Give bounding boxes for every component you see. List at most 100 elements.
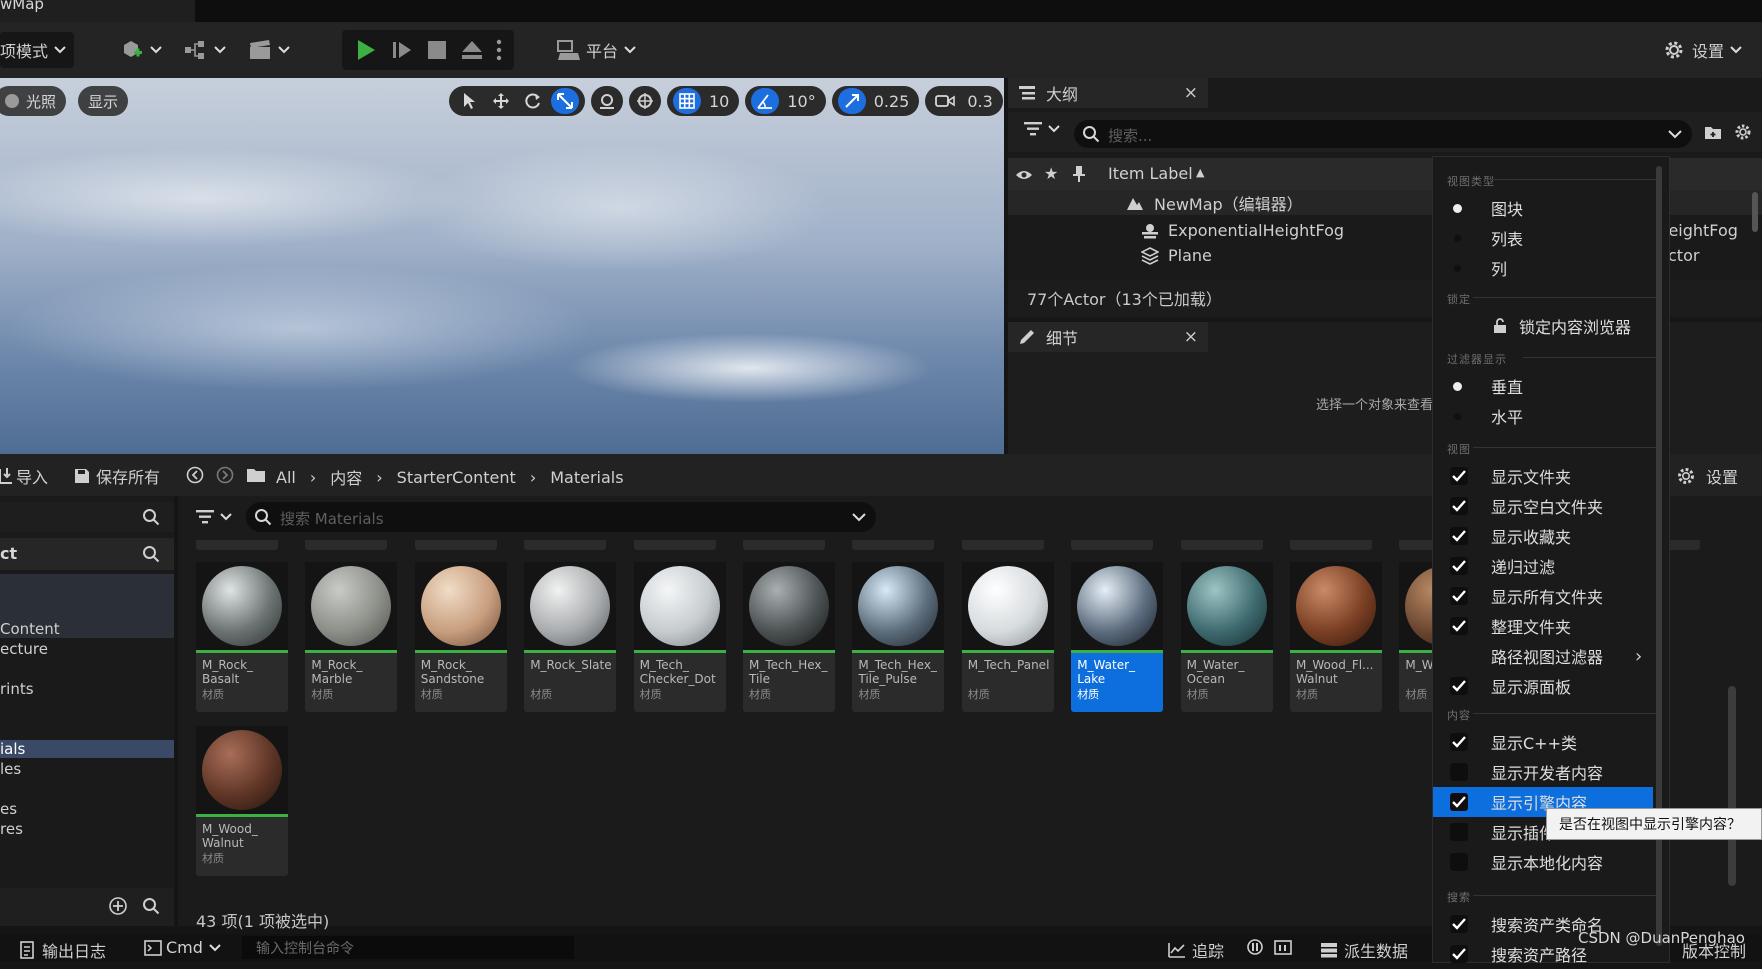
menu-check-item[interactable]: › 路径视图过滤器 [1433,641,1653,671]
tree-item[interactable]: les [0,760,21,778]
rotation-snap-toggle[interactable] [751,88,780,114]
chevron-down-icon[interactable] [1668,130,1682,139]
derived-data-button[interactable]: 派生数据 [1320,938,1408,962]
asset-tile[interactable]: M_Rock_ Basalt 材质 [196,562,288,712]
view-type-list[interactable]: 列表 [1433,223,1653,253]
asset-tile[interactable]: M_Water_ Lake 材质 [1071,562,1164,712]
stop-button[interactable] [420,32,454,68]
back-arrow-icon[interactable] [186,466,204,484]
camera-speed-toggle[interactable] [931,88,959,114]
asset-filter-dropdown[interactable] [196,510,232,524]
checkbox-checked-icon[interactable] [1450,677,1468,695]
asset-tile-partial[interactable] [1071,540,1154,550]
breadcrumb-item[interactable]: StarterContent [397,468,516,487]
tree-item[interactable]: res [0,820,23,838]
grid-snap-control[interactable]: 10 [667,86,740,116]
lighting-mode-button[interactable]: 光照 [0,86,67,116]
asset-search-input[interactable]: 搜索 Materials [246,502,876,532]
favorite-star-icon[interactable]: ★ [1044,164,1058,183]
checkbox-checked-icon[interactable] [1450,497,1468,515]
menu-check-item[interactable]: 显示空白文件夹 [1433,491,1653,521]
tree-item[interactable]: ecture [0,640,48,658]
folder-icon[interactable] [246,467,266,483]
outliner-search-input[interactable]: 搜索... [1074,120,1692,148]
camera-speed-value[interactable]: 0.3 [963,92,996,111]
camera-speed-control[interactable]: 0.3 [925,86,1003,116]
breadcrumb-item[interactable]: All [276,468,296,487]
asset-tile[interactable]: M_Tech_Hex_ Tile 材质 [743,562,835,712]
tree-item[interactable]: es [0,800,17,818]
grid-snap-value[interactable]: 10 [705,92,733,111]
asset-tile-partial[interactable] [1180,540,1263,550]
add-actor-button[interactable] [112,32,170,68]
advance-frame-button[interactable] [384,32,420,68]
asset-tile-partial[interactable] [633,540,716,550]
asset-tile-partial[interactable] [524,540,607,550]
cmd-dropdown[interactable]: Cmd [144,938,221,957]
asset-tile[interactable]: M_Tech_Hex_ Tile_Pulse 材质 [852,562,945,712]
asset-tile[interactable]: M_Wood_ Walnut 材质 [196,726,288,876]
tree-item[interactable]: Content [0,620,60,638]
sources-search[interactable] [0,502,174,532]
asset-tile[interactable]: M_Wood_Fl... Walnut 材质 [1290,562,1382,712]
scale-snap-value[interactable]: 0.25 [870,92,914,111]
level-viewport[interactable]: 光照 显示 10 10° 0.25 0.3 [0,78,1004,454]
cinematics-button[interactable] [240,32,298,68]
console-input[interactable]: 输入控制台命令 [242,936,574,959]
filter-dropdown[interactable] [1024,122,1060,136]
rotate-tool-button[interactable] [519,88,547,114]
asset-tile-partial[interactable] [414,540,497,550]
checkbox-checked-icon[interactable] [1450,557,1468,575]
menu-check-item[interactable]: 显示源面板 [1433,671,1653,701]
asset-tile-partial[interactable] [196,540,278,550]
checkbox-checked-icon[interactable] [1450,617,1468,635]
checkbox-checked-icon[interactable] [1450,915,1468,933]
scale-snap-control[interactable]: 0.25 [831,86,920,116]
menu-check-item[interactable]: 显示收藏夹 [1433,521,1653,551]
play-options-button[interactable] [490,32,508,68]
menu-check-item[interactable]: 显示文件夹 [1433,461,1653,491]
item-label-column[interactable]: Item Label [1108,164,1193,183]
rotation-snap-value[interactable]: 10° [783,92,819,111]
checkbox-checked-icon[interactable] [1450,945,1468,963]
record-icon[interactable] [1246,938,1264,956]
asset-tile-partial[interactable] [961,540,1044,550]
search-icon[interactable] [142,897,160,915]
world-local-toggle[interactable] [631,88,659,114]
checkbox-checked-icon[interactable] [1450,587,1468,605]
show-flags-button[interactable]: 显示 [78,86,129,116]
close-icon[interactable]: × [1184,327,1198,347]
checkbox-empty-icon[interactable] [1450,853,1468,871]
play-button[interactable] [348,32,384,68]
asset-tile[interactable]: M_Rock_ Marble 材质 [305,562,398,712]
filter-display-horizontal[interactable]: 水平 [1433,401,1653,431]
details-tab[interactable]: 细节 × [1008,322,1208,352]
menu-check-item[interactable]: 递归过滤 [1433,551,1653,581]
asset-tile[interactable]: M_Tech_Panel 材质 [961,562,1054,712]
asset-tile-partial[interactable] [743,540,825,550]
scale-snap-toggle[interactable] [837,88,866,114]
forward-arrow-icon[interactable] [216,466,234,484]
view-type-tiles[interactable]: 图块 [1433,193,1653,223]
checkbox-checked-icon[interactable] [1450,467,1468,485]
menu-check-item[interactable]: 显示开发者内容 [1433,757,1653,787]
save-all-button[interactable]: 保存所有 [74,464,160,488]
gear-icon[interactable] [1734,123,1752,141]
close-icon[interactable]: × [1184,83,1198,103]
surface-snap-button[interactable] [593,88,621,114]
rotation-snap-control[interactable]: 10° [745,86,826,116]
asset-tile-partial[interactable] [1290,540,1372,550]
project-header[interactable]: ct [0,538,174,570]
asset-tile[interactable]: M_Tech_ Checker_Dot 材质 [633,562,726,712]
outliner-scrollbar[interactable] [1752,192,1758,232]
tree-item-selected[interactable]: ials [0,740,174,758]
output-log-button[interactable]: 输出日志 [20,938,106,962]
chevron-down-icon[interactable] [852,513,866,522]
menu-check-item[interactable]: 显示本地化内容 [1433,847,1653,877]
checkbox-checked-icon[interactable] [1450,733,1468,751]
map-tab[interactable]: wMap [0,0,195,22]
breadcrumb-item[interactable]: Materials [550,468,623,487]
checkbox-checked-icon[interactable] [1450,793,1468,811]
add-folder-icon[interactable] [1704,124,1722,140]
asset-scrollbar[interactable] [1728,686,1736,886]
